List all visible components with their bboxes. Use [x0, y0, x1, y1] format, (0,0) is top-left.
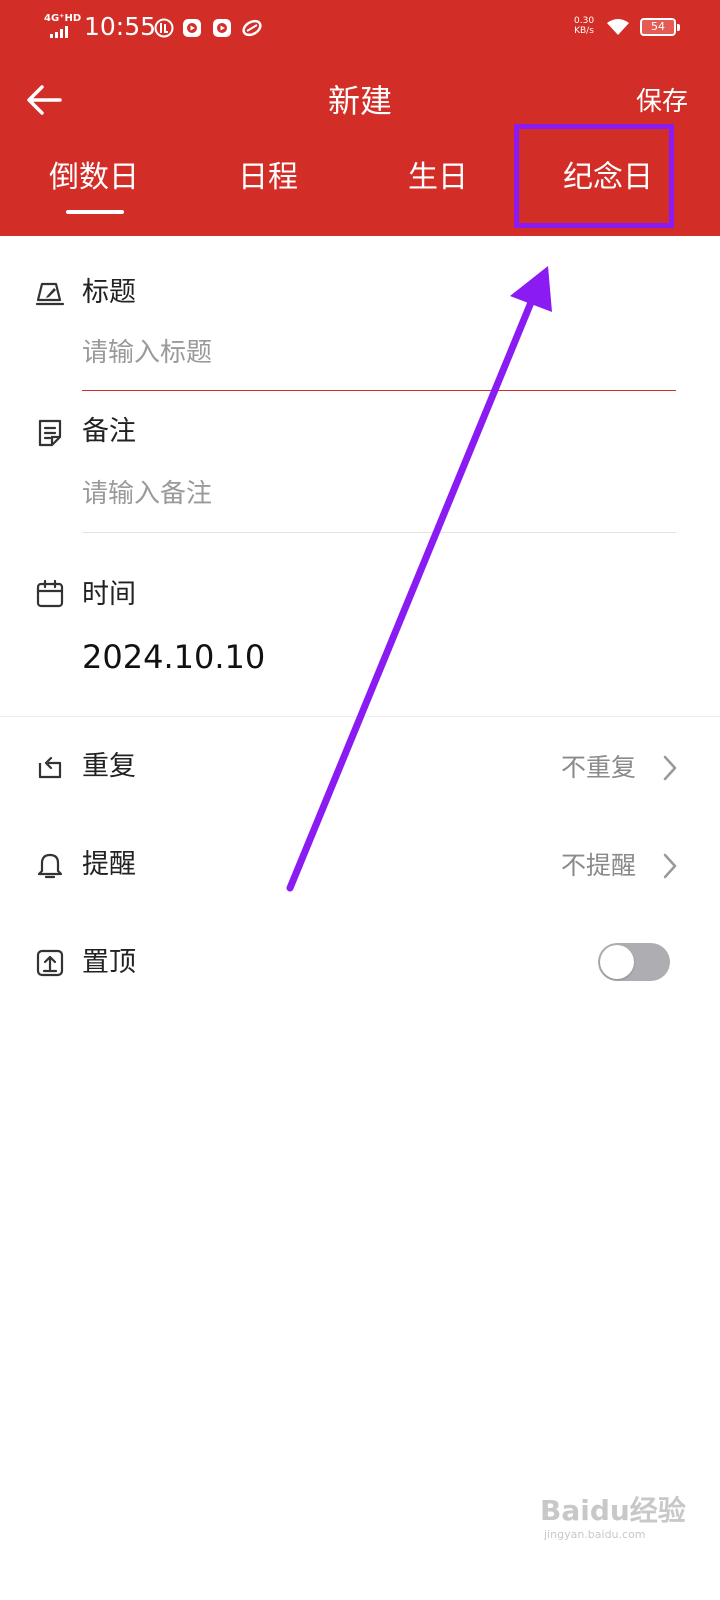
- repeat-row[interactable]: 重复 不重复: [0, 732, 720, 802]
- toggle-knob: [600, 945, 634, 979]
- repeat-icon: [38, 756, 62, 779]
- browser-app-icon: [242, 19, 262, 37]
- title-input[interactable]: [82, 326, 676, 380]
- net-speed: 0.30 KB/s: [574, 16, 594, 36]
- annotation-highlight-box: [514, 124, 674, 228]
- status-time: 10:55: [84, 12, 157, 41]
- repeat-value: 不重复: [560, 753, 636, 782]
- note-field-label: 备注: [82, 416, 136, 447]
- section-divider: [0, 716, 720, 717]
- tab-schedule[interactable]: 日程: [238, 158, 298, 198]
- note-input[interactable]: [82, 467, 676, 521]
- tab-selected-indicator: [66, 210, 124, 214]
- tab-countdown[interactable]: 倒数日: [49, 158, 139, 198]
- reminder-row[interactable]: 提醒 不提醒: [0, 830, 720, 900]
- watermark: Baidu经验 jingyan.baidu.com: [540, 1494, 690, 1542]
- date-value[interactable]: 2024.10.10: [82, 636, 265, 678]
- edit-note-icon: [35, 282, 65, 306]
- pin-toggle[interactable]: [598, 943, 670, 981]
- net-speed-value: 0.30: [574, 16, 595, 26]
- signal-icon: [50, 26, 68, 38]
- video-app-icon: [183, 19, 201, 37]
- tab-birthday[interactable]: 生日: [408, 158, 468, 198]
- chevron-right-icon: [663, 755, 677, 781]
- note-icon: [38, 419, 62, 447]
- battery-icon: 54: [640, 18, 680, 36]
- pin-to-top-icon: [36, 949, 64, 977]
- title-input-underline: [82, 390, 676, 391]
- status-bar: 4G⁺HD 10:55 0.30 KB/s 54: [0, 0, 720, 56]
- title-field-label: 标题: [82, 277, 136, 308]
- chevron-right-icon: [663, 853, 677, 879]
- wifi-icon: [607, 19, 629, 35]
- page-title: 新建: [327, 82, 392, 120]
- save-button[interactable]: 保存: [636, 84, 688, 120]
- repeat-label: 重复: [82, 751, 136, 782]
- reminder-value: 不提醒: [560, 851, 636, 880]
- note-input-underline: [82, 532, 676, 533]
- video-app-icon: [213, 19, 231, 37]
- watermark-main: Baidu经验: [540, 1494, 686, 1527]
- calendar-icon: [36, 579, 64, 608]
- notification-app-icon: [154, 18, 174, 38]
- bell-icon: [37, 853, 63, 879]
- time-field-label: 时间: [82, 579, 136, 610]
- watermark-sub: jingyan.baidu.com: [544, 1528, 646, 1541]
- network-type-label: 4G⁺HD: [44, 13, 82, 24]
- reminder-label: 提醒: [82, 849, 136, 880]
- net-speed-unit: KB/s: [574, 26, 594, 36]
- pin-label: 置顶: [82, 947, 136, 978]
